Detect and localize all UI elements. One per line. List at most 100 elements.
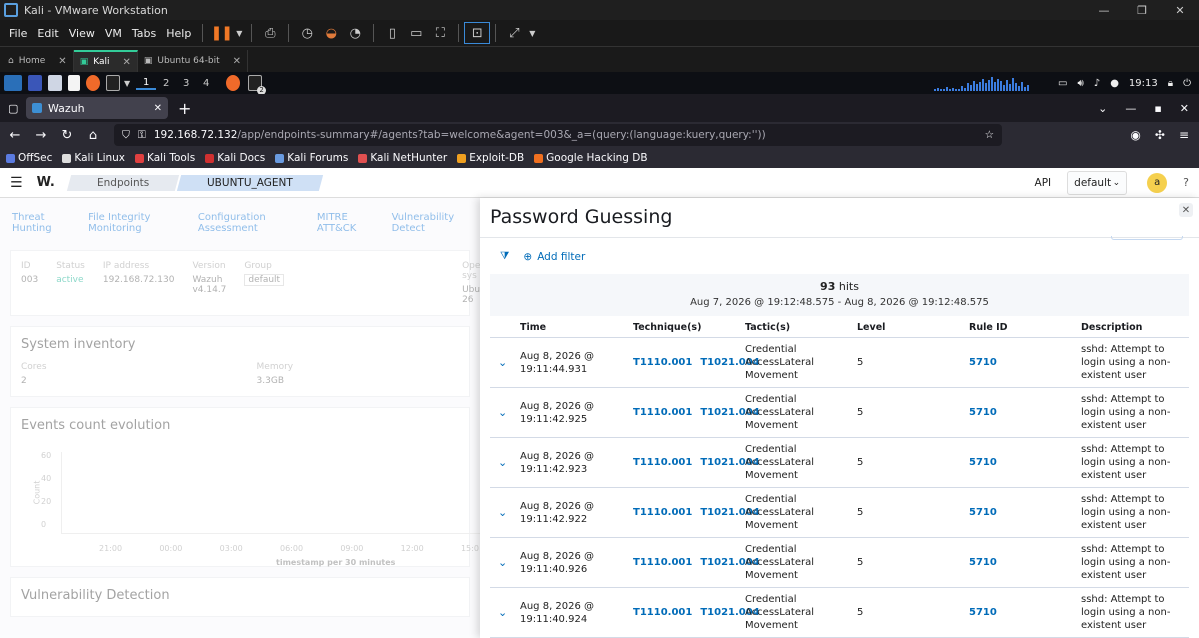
- bookmark-kali-tools[interactable]: Kali Tools: [135, 152, 195, 164]
- expand-row-icon[interactable]: ⌄: [490, 606, 520, 619]
- table-row[interactable]: ⌄ Aug 8, 2026 @ 19:11:40.926 T1110.001 T…: [490, 538, 1189, 588]
- terminal-icon[interactable]: [106, 75, 120, 91]
- text-editor-icon[interactable]: [68, 75, 80, 91]
- technique-link[interactable]: T1110.001: [633, 357, 692, 368]
- vm-tab-ubuntu[interactable]: ▣ Ubuntu 64-bit ✕: [138, 50, 249, 72]
- url-bar[interactable]: ⛉ ⚿ 192.168.72.132/app/endpoints-summary…: [114, 124, 1002, 146]
- back-icon[interactable]: ←: [2, 128, 28, 143]
- sidebar-toggle-icon[interactable]: ▯: [380, 23, 404, 43]
- chevron-down-icon[interactable]: ▼: [233, 23, 245, 43]
- shield-icon[interactable]: ⛉: [122, 129, 130, 142]
- tab-mitre[interactable]: MITRE ATT&CK: [317, 212, 374, 234]
- vm-tab-home[interactable]: ⌂ Home ✕: [2, 50, 74, 72]
- wazuh-logo[interactable]: W.: [37, 175, 55, 190]
- extensions-icon[interactable]: ✣: [1155, 128, 1165, 142]
- tab-config-assessment[interactable]: Configuration Assessment: [198, 212, 299, 234]
- bookmark-kali-linux[interactable]: Kali Linux: [62, 152, 125, 164]
- bookmark-kali-forums[interactable]: Kali Forums: [275, 152, 348, 164]
- workspace-3[interactable]: 3: [176, 78, 196, 89]
- menu-tabs[interactable]: Tabs: [127, 27, 161, 40]
- avatar[interactable]: a: [1147, 172, 1168, 193]
- technique-link[interactable]: T1110.001: [633, 507, 692, 518]
- menu-view[interactable]: View: [64, 27, 100, 40]
- notifications-icon[interactable]: ♪: [1094, 78, 1100, 89]
- display-icon[interactable]: ▭: [1058, 78, 1067, 89]
- menu-vm[interactable]: VM: [100, 27, 127, 40]
- table-row[interactable]: ⌄ Aug 8, 2026 @ 19:11:42.925 T1110.001 T…: [490, 388, 1189, 438]
- expand-row-icon[interactable]: ⌄: [490, 406, 520, 419]
- account-icon[interactable]: ◉: [1130, 128, 1140, 142]
- clock-time[interactable]: 19:13: [1129, 78, 1158, 89]
- technique-link[interactable]: T1110.001: [633, 407, 692, 418]
- fullscreen-icon[interactable]: ⛶: [428, 23, 452, 43]
- browser-tab-wazuh[interactable]: Wazuh ✕: [26, 97, 168, 119]
- workspace-2[interactable]: 2: [156, 78, 176, 89]
- desktop-icon[interactable]: [28, 75, 42, 91]
- chevron-down-icon[interactable]: ⌄: [1098, 102, 1107, 115]
- technique-link[interactable]: T1110.001: [633, 607, 692, 618]
- expand-row-icon[interactable]: ⌄: [490, 556, 520, 569]
- reload-icon[interactable]: ↻: [54, 128, 80, 143]
- thumbnail-bar-icon[interactable]: ▭: [404, 23, 428, 43]
- column-tactics[interactable]: Tactic(s): [745, 321, 857, 334]
- close-icon[interactable]: ✕: [154, 103, 162, 114]
- page-info-icon[interactable]: ⚿: [138, 129, 146, 142]
- filter-icon[interactable]: ⧩: [500, 250, 509, 263]
- close-icon[interactable]: ✕: [122, 57, 130, 68]
- expand-row-icon[interactable]: ⌄: [490, 456, 520, 469]
- home-icon[interactable]: ⌂: [80, 128, 106, 143]
- technique-link[interactable]: T1110.001: [633, 557, 692, 568]
- kali-menu-icon[interactable]: [4, 75, 22, 91]
- maximize-icon[interactable]: ▪: [1154, 102, 1161, 115]
- pause-icon[interactable]: ❚❚: [209, 23, 233, 43]
- column-level[interactable]: Level: [857, 322, 969, 333]
- hamburger-menu-icon[interactable]: ☰: [10, 175, 23, 191]
- forward-icon[interactable]: →: [28, 128, 54, 143]
- new-tab-icon[interactable]: +: [178, 99, 191, 118]
- close-icon[interactable]: ✕: [1180, 102, 1189, 115]
- bookmark-star-icon[interactable]: ☆: [985, 129, 994, 141]
- rule-id-link[interactable]: 5710: [969, 557, 1081, 568]
- bookmark-kali-nethunter[interactable]: Kali NetHunter: [358, 152, 447, 164]
- column-time[interactable]: Time: [520, 321, 633, 334]
- minimize-icon[interactable]: —: [1085, 4, 1123, 17]
- vm-tab-kali[interactable]: ▣ Kali ✕: [73, 50, 138, 72]
- restore-icon[interactable]: ❐: [1123, 4, 1161, 17]
- snapshot-icon[interactable]: ◷: [295, 23, 319, 43]
- column-rule-id[interactable]: Rule ID: [969, 322, 1081, 333]
- snapshot-manager-icon[interactable]: ◔: [343, 23, 367, 43]
- workspace-1[interactable]: 1: [136, 77, 157, 90]
- help-icon[interactable]: ?: [1183, 176, 1189, 189]
- tab-threat-hunting[interactable]: Threat Hunting: [12, 212, 70, 234]
- rule-id-link[interactable]: 5710: [969, 407, 1081, 418]
- bookmark-kali-docs[interactable]: Kali Docs: [205, 152, 265, 164]
- breadcrumb-endpoints[interactable]: Endpoints: [66, 174, 180, 191]
- bookmark-offsec[interactable]: OffSec: [6, 152, 52, 164]
- firefox-window-icon[interactable]: [226, 75, 241, 91]
- lock-icon[interactable]: 🔒︎: [1168, 78, 1173, 89]
- bookmark-exploit-db[interactable]: Exploit-DB: [457, 152, 524, 164]
- workspace-4[interactable]: 4: [196, 78, 216, 89]
- menu-icon[interactable]: ≡: [1179, 128, 1189, 142]
- expand-row-icon[interactable]: ⌄: [490, 356, 520, 369]
- api-select[interactable]: default ⌄: [1067, 170, 1128, 195]
- tab-fim[interactable]: File Integrity Monitoring: [88, 212, 180, 234]
- power-icon[interactable]: ⏻: [1183, 78, 1191, 89]
- close-icon[interactable]: ✕: [1161, 4, 1199, 17]
- close-icon[interactable]: ✕: [233, 56, 241, 67]
- table-row[interactable]: ⌄ Aug 8, 2026 @ 19:11:40.924 T1110.001 T…: [490, 588, 1189, 638]
- menu-help[interactable]: Help: [161, 27, 196, 40]
- terminal-window-button[interactable]: 2: [248, 75, 267, 95]
- revert-snapshot-icon[interactable]: ◒: [319, 23, 343, 43]
- table-row[interactable]: ⌄ Aug 8, 2026 @ 19:11:44.931 T1110.001 T…: [490, 338, 1189, 388]
- column-techniques[interactable]: Technique(s): [633, 322, 745, 333]
- technique-link[interactable]: T1110.001: [633, 457, 692, 468]
- table-row[interactable]: ⌄ Aug 8, 2026 @ 19:11:42.922 T1110.001 T…: [490, 488, 1189, 538]
- send-keys-icon[interactable]: ⎙: [258, 23, 282, 43]
- tab-vulnerability[interactable]: Vulnerability Detect: [392, 212, 468, 234]
- table-row[interactable]: ⌄ Aug 8, 2026 @ 19:11:42.923 T1110.001 T…: [490, 438, 1189, 488]
- close-icon[interactable]: ✕: [58, 56, 66, 67]
- menu-edit[interactable]: Edit: [32, 27, 63, 40]
- console-view-icon[interactable]: ⊡: [464, 22, 491, 44]
- expand-row-icon[interactable]: ⌄: [490, 506, 520, 519]
